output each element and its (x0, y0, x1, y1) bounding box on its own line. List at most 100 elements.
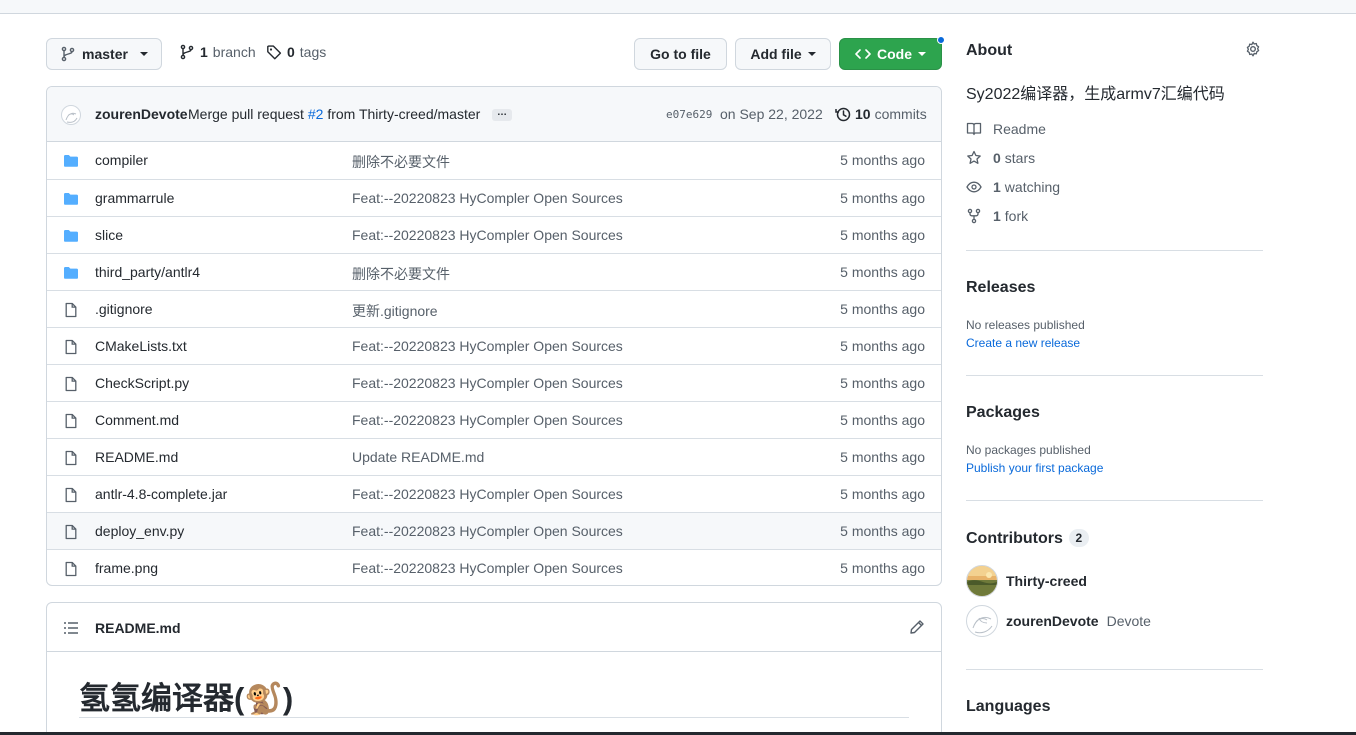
file-row[interactable]: .gitignore 更新.gitignore 5 months ago (47, 290, 941, 327)
code-label: Code (877, 46, 912, 62)
contributor-login: Thirty-creed (1006, 573, 1087, 589)
stars-label: stars (1004, 150, 1036, 166)
eye-icon (966, 181, 982, 193)
file-commit-message-link[interactable]: Feat:--20220823 HyCompler Open Sources (352, 523, 623, 539)
languages-title: Languages (966, 698, 1051, 715)
latest-commit-bar: zourenDevote Merge pull request #2 from … (47, 87, 941, 142)
sidebar-divider (966, 375, 1263, 376)
fork-count: 1 (993, 208, 1001, 224)
create-release-link[interactable]: Create a new release (966, 336, 1080, 350)
avatar[interactable] (61, 105, 81, 125)
file-name-link[interactable]: slice (95, 227, 123, 243)
file-name-link[interactable]: CMakeLists.txt (95, 338, 187, 354)
file-name-link[interactable]: third_party/antlr4 (95, 264, 200, 280)
file-commit-message-link[interactable]: Feat:--20220823 HyCompler Open Sources (352, 338, 623, 354)
file-commit-age: 5 months ago (840, 412, 925, 428)
commits-link[interactable]: 10 commits (835, 106, 927, 122)
watchers-link[interactable]: 1 watching (966, 179, 1060, 195)
heading-divider (79, 717, 909, 718)
tags-link[interactable]: 0 tags (266, 44, 326, 60)
releases-title[interactable]: Releases (966, 279, 1035, 297)
go-to-file-button[interactable]: Go to file (634, 38, 727, 70)
repo-forked-icon (967, 208, 981, 224)
fork-label: fork (1004, 208, 1029, 224)
branch-select-button[interactable]: master (46, 38, 162, 70)
file-row[interactable]: CMakeLists.txt Feat:--20220823 HyCompler … (47, 327, 941, 364)
stars-link[interactable]: 0 stars (966, 150, 1035, 166)
commit-author[interactable]: zourenDevote (95, 106, 188, 122)
contributor-thirty-creed[interactable]: Thirty-creed (966, 565, 1087, 597)
star-icon (967, 150, 981, 164)
branches-link[interactable]: 1 branch (179, 44, 256, 60)
file-icon (63, 561, 79, 577)
file-row[interactable]: README.md Update README.md 5 months ago (47, 438, 941, 475)
file-row[interactable]: deploy_env.py Feat:--20220823 HyCompler O… (47, 512, 941, 549)
commit-count-label: commits (874, 106, 927, 122)
file-name-link[interactable]: grammarrule (95, 190, 174, 206)
file-commit-message-link[interactable]: 删除不必要文件 (352, 264, 450, 284)
forks-link[interactable]: 1 fork (966, 208, 1028, 224)
file-commit-message-link[interactable]: Feat:--20220823 HyCompler Open Sources (352, 560, 623, 576)
file-name-link[interactable]: antlr-4.8-complete.jar (95, 486, 227, 502)
pencil-icon[interactable] (909, 619, 925, 635)
sidebar-divider (966, 250, 1263, 251)
folder-icon (63, 265, 79, 281)
file-name-link[interactable]: CheckScript.py (95, 375, 189, 391)
go-to-file-label: Go to file (650, 46, 711, 62)
file-commit-age: 5 months ago (840, 152, 925, 168)
file-name-link[interactable]: .gitignore (95, 301, 153, 317)
contributor-zourendevote[interactable]: zourenDevote Devote (966, 605, 1151, 637)
gear-icon[interactable] (1245, 41, 1261, 57)
file-commit-age: 5 months ago (840, 523, 925, 539)
file-name-link[interactable]: frame.png (95, 560, 158, 576)
file-icon (63, 524, 79, 540)
readme-filename[interactable]: README.md (95, 620, 181, 636)
folder-icon (63, 191, 79, 207)
packages-title[interactable]: Packages (966, 404, 1040, 422)
file-name-link[interactable]: compiler (95, 152, 148, 168)
git-branch-icon (61, 46, 75, 62)
chevron-down-icon (918, 52, 926, 56)
add-file-button[interactable]: Add file (735, 38, 831, 70)
file-row[interactable]: grammarrule Feat:--20220823 HyCompler Ope… (47, 179, 941, 216)
contributors-title[interactable]: Contributors 2 (966, 529, 1089, 548)
file-row[interactable]: third_party/antlr4 删除不必要文件 5 months ago (47, 253, 941, 290)
avatar[interactable] (966, 605, 998, 637)
file-row[interactable]: slice Feat:--20220823 HyCompler Open Sour… (47, 216, 941, 253)
pr-link[interactable]: #2 (308, 106, 324, 122)
repo-description: Sy2022编译器，生成armv7汇编代码 (966, 86, 1225, 103)
file-name-link[interactable]: README.md (95, 449, 178, 465)
publish-package-link[interactable]: Publish your first package (966, 461, 1103, 475)
file-name-link[interactable]: Comment.md (95, 412, 179, 428)
code-button[interactable]: Code (839, 38, 942, 70)
top-header-band (0, 0, 1356, 14)
file-commit-message-link[interactable]: 删除不必要文件 (352, 152, 450, 172)
stars-count: 0 (993, 150, 1001, 166)
code-icon (855, 49, 871, 59)
sidebar-divider (966, 669, 1263, 670)
file-commit-message-link[interactable]: 更新.gitignore (352, 301, 438, 321)
list-unordered-icon[interactable] (63, 620, 79, 636)
file-commit-message-link[interactable]: Update README.md (352, 449, 484, 465)
expand-commit-button[interactable]: … (492, 108, 512, 121)
file-commit-message-link[interactable]: Feat:--20220823 HyCompler Open Sources (352, 227, 623, 243)
branch-count: 1 (200, 44, 208, 60)
file-name-link[interactable]: deploy_env.py (95, 523, 184, 539)
commit-message[interactable]: Merge pull request #2 from Thirty-creed/… (188, 106, 480, 122)
tag-label: tags (299, 44, 327, 60)
file-commit-message-link[interactable]: Feat:--20220823 HyCompler Open Sources (352, 375, 623, 391)
file-row[interactable]: Comment.md Feat:--20220823 HyCompler Open… (47, 401, 941, 438)
file-commit-message-link[interactable]: Feat:--20220823 HyCompler Open Sources (352, 412, 623, 428)
file-commit-message-link[interactable]: Feat:--20220823 HyCompler Open Sources (352, 190, 623, 206)
commit-count: 10 (855, 106, 871, 122)
file-row[interactable]: antlr-4.8-complete.jar Feat:--20220823 Hy… (47, 475, 941, 512)
commit-sha[interactable]: e07e629 (666, 108, 712, 121)
file-row[interactable]: CheckScript.py Feat:--20220823 HyCompler … (47, 364, 941, 401)
file-row[interactable]: frame.png Feat:--20220823 HyCompler Open … (47, 549, 941, 585)
readme-link[interactable]: Readme (966, 121, 1046, 137)
file-row[interactable]: compiler 删除不必要文件 5 months ago (47, 142, 941, 179)
avatar[interactable] (966, 565, 998, 597)
packages-empty-text: No packages published (966, 443, 1091, 457)
file-commit-age: 5 months ago (840, 375, 925, 391)
file-commit-message-link[interactable]: Feat:--20220823 HyCompler Open Sources (352, 486, 623, 502)
